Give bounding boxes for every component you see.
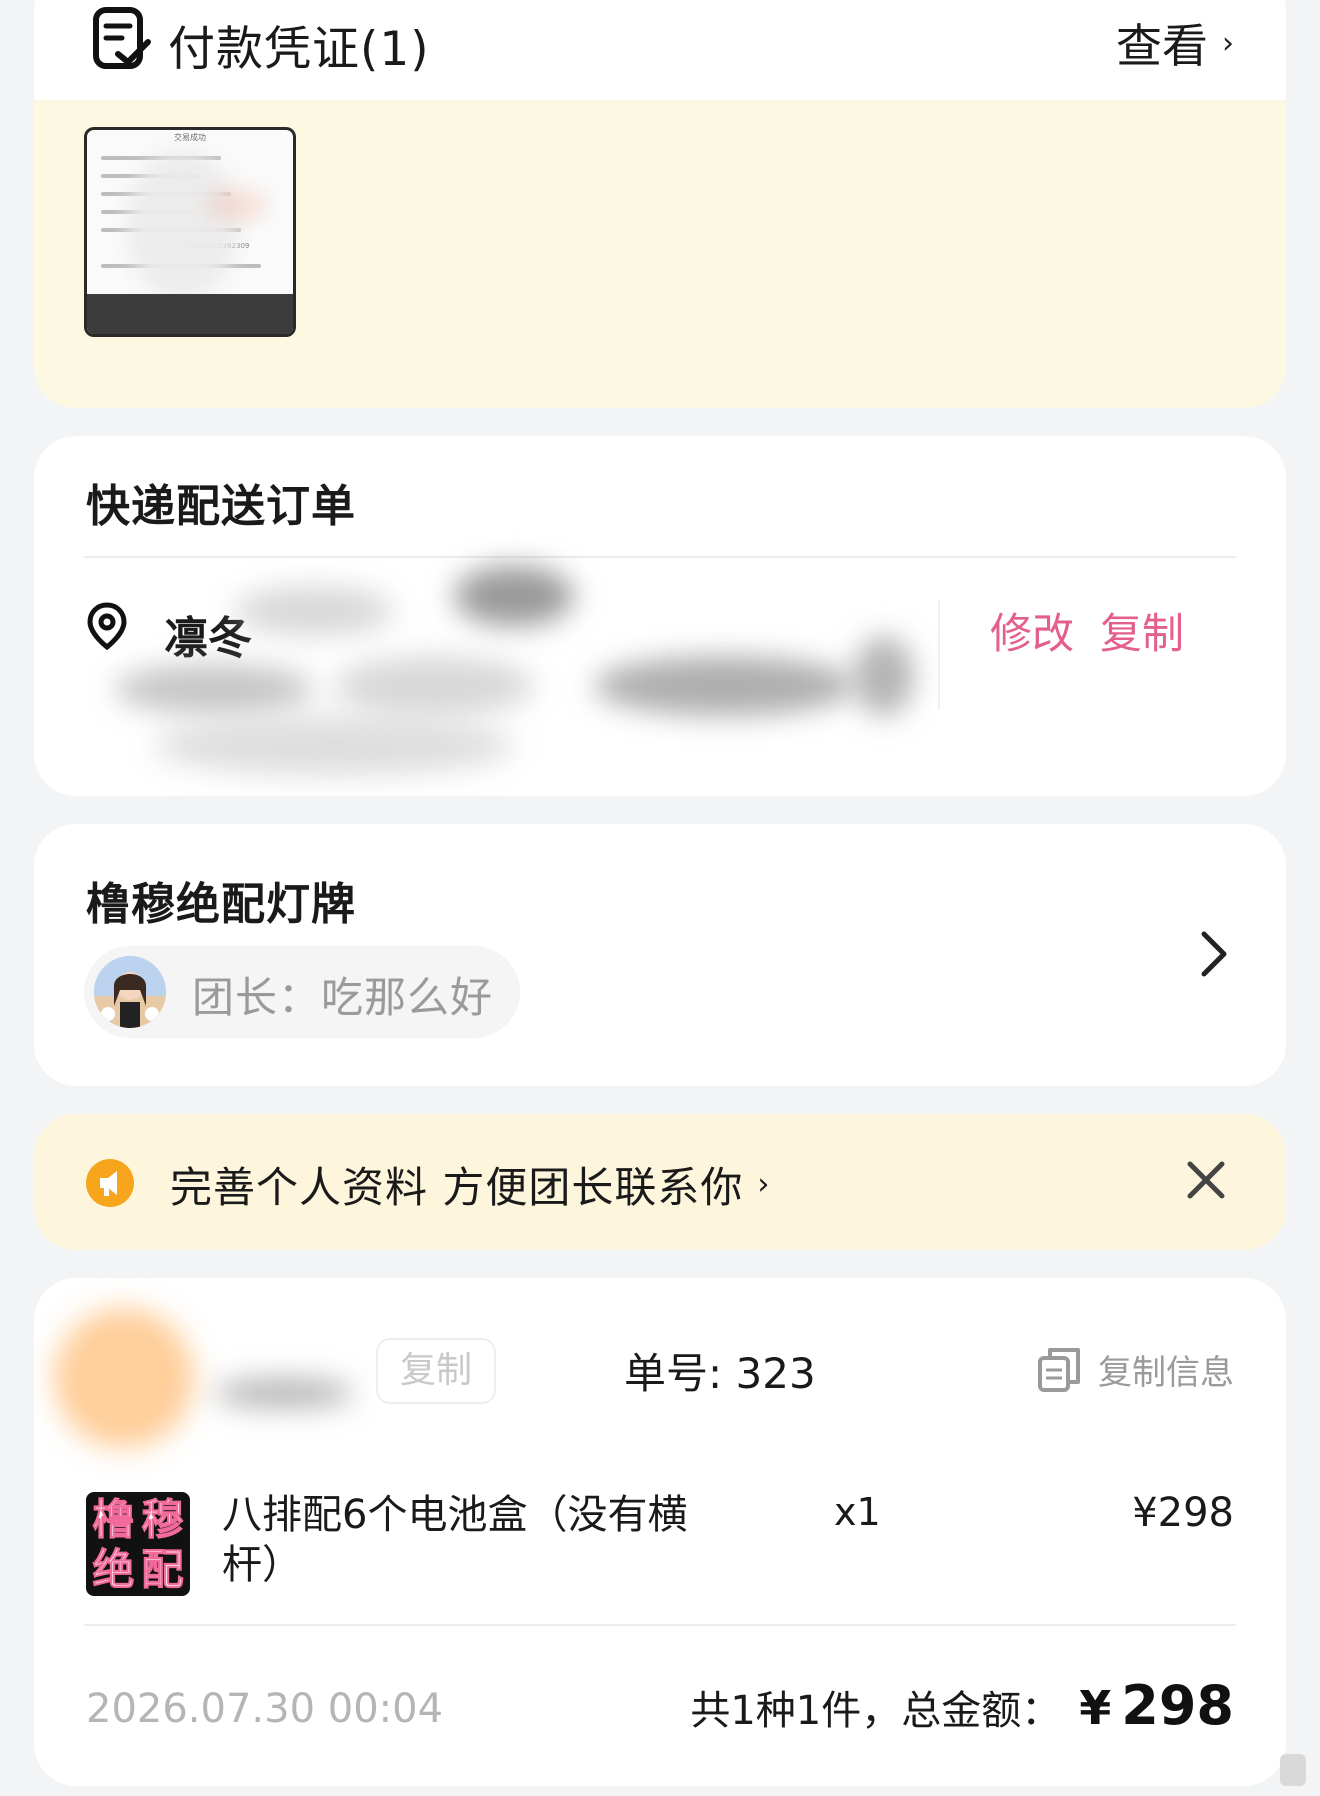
location-pin-icon [87,602,127,650]
currency-symbol: ¥ [1079,1681,1112,1735]
order-time: 2026.07.30 00:04 [86,1686,444,1732]
order-number: 单号: 323 [624,1349,816,1398]
payment-proof-title: 付款凭证(1) [168,22,430,77]
view-proof-label: 查看 [1116,19,1208,73]
group-leader-pill[interactable]: 团长：吃那么好 [84,946,520,1038]
profile-notice-link[interactable]: 完善个人资料 方便团长联系你 › [170,1154,770,1215]
vertical-divider [938,600,940,710]
copy-address-button[interactable]: 复制 [1100,600,1184,661]
thumbnail-heading: 交易成功 [174,133,206,142]
product-price: ¥298 [1132,1490,1234,1536]
copy-icon [1038,1348,1080,1392]
divider [84,556,1236,558]
divider [84,1624,1236,1626]
group-leader-label: 团长：吃那么好 [192,973,494,1022]
payment-proof-header[interactable]: 付款凭证(1) 查看 › [34,0,1286,100]
order-total: 共1种1件，总金额： ¥ 298 [690,1674,1234,1737]
view-proof-link[interactable]: 查看 › [1116,10,1234,76]
payment-proof-card: 付款凭证(1) 查看 › 交易成功 50631400362309 [34,0,1286,408]
product-logo-char: 橹 [92,1495,135,1545]
scrollbar-thumb[interactable] [1280,1754,1306,1786]
total-amount: 298 [1121,1674,1234,1737]
order-detail-card: 复制 单号: 323 复制信息 橹 穆 绝 配 八排配6个电池盒（没有横杆） x… [34,1278,1286,1786]
group-card[interactable]: 橹穆绝配灯牌 团长：吃那么好 [34,824,1286,1086]
express-order-card: 快递配送订单 凛冬 修改 复制 [34,436,1286,796]
chevron-right-icon [1201,931,1227,977]
chevron-right-icon: › [1222,25,1234,61]
copy-buyer-button[interactable]: 复制 [376,1338,496,1404]
avatar [94,956,166,1028]
product-name: 八排配6个电池盒（没有横杆） [222,1492,688,1588]
copy-info-button[interactable]: 复制信息 [1036,1344,1234,1394]
group-title: 橹穆绝配灯牌 [86,879,356,930]
edit-address-button[interactable]: 修改 [990,600,1074,661]
product-quantity: x1 [834,1490,881,1534]
redacted-address [234,586,394,636]
close-icon[interactable] [1184,1158,1228,1202]
payment-proof-body: 交易成功 50631400362309 [34,100,1286,408]
product-logo-char: 穆 [141,1495,184,1545]
receipt-icon [93,7,151,69]
product-logo-char: 配 [141,1545,184,1594]
profile-notice-bar[interactable]: 完善个人资料 方便团长联系你 › [34,1114,1286,1250]
product-logo-char: 绝 [92,1545,135,1594]
megaphone-icon [86,1159,134,1207]
profile-notice-label: 完善个人资料 方便团长联系你 [170,1163,744,1212]
redacted-buyer [54,1308,194,1448]
product-image[interactable]: 橹 穆 绝 配 [86,1492,190,1596]
express-title: 快递配送订单 [86,481,356,532]
payment-screenshot-thumbnail[interactable]: 交易成功 50631400362309 [84,127,296,337]
chevron-right-icon: › [757,1167,771,1202]
copy-info-label: 复制信息 [1098,1352,1234,1393]
order-summary-label: 共1种1件，总金额： [690,1688,1062,1734]
